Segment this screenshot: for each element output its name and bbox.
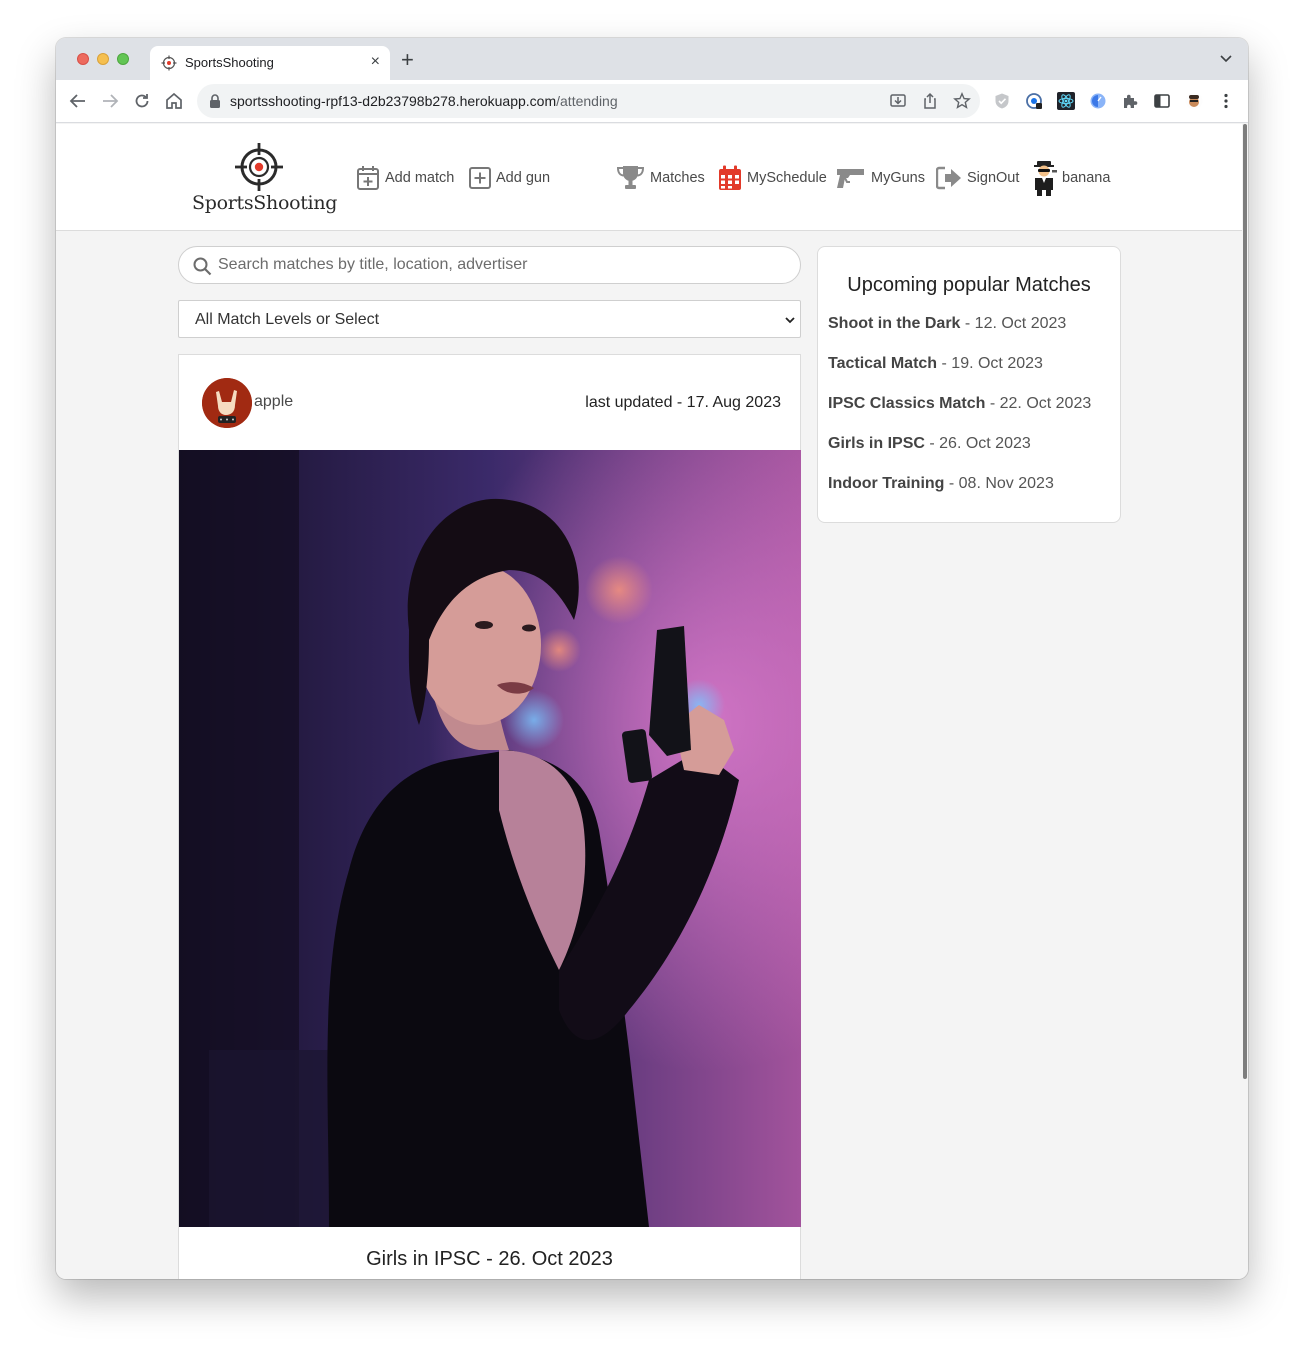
- match-title[interactable]: Girls in IPSC - 26. Oct 2023: [179, 1248, 800, 1271]
- match-date: - 26. Oct 2023: [924, 435, 1031, 452]
- brand-name: SportsShooting: [192, 192, 338, 214]
- search-icon: [193, 257, 212, 276]
- browser-toolbar: sportsshooting-rpf13-d2b23798b278.heroku…: [56, 80, 1248, 123]
- browser-window: SportsShooting × + sportsshooting-rpf13-…: [56, 38, 1248, 1279]
- password-extension-icon[interactable]: [1025, 92, 1043, 110]
- match-name: Tactical Match: [828, 355, 938, 372]
- search-bar: [178, 246, 801, 284]
- nav-username: banana: [1062, 170, 1111, 186]
- maximize-window-button[interactable]: [117, 53, 129, 65]
- react-devtools-icon[interactable]: [1057, 92, 1075, 110]
- search-input[interactable]: [218, 247, 788, 283]
- target-favicon-icon: [161, 55, 177, 71]
- install-app-icon[interactable]: [889, 92, 907, 110]
- match-name: Shoot in the Dark: [828, 315, 961, 332]
- browser-tab[interactable]: SportsShooting ×: [150, 46, 390, 80]
- nav-matches[interactable]: Matches: [616, 164, 705, 192]
- kebab-menu-icon[interactable]: [1217, 92, 1235, 110]
- user-avatar-icon: [1034, 161, 1057, 196]
- match-name: Girls in IPSC: [828, 435, 925, 452]
- sign-out-icon: [936, 166, 961, 190]
- match-level-selected: All Match Levels or Select: [195, 311, 380, 328]
- tab-strip: SportsShooting × +: [56, 38, 1248, 80]
- shield-extension-icon[interactable]: [993, 92, 1011, 110]
- new-tab-button[interactable]: +: [401, 48, 414, 72]
- nav-myguns-label: MyGuns: [871, 170, 925, 186]
- match-card[interactable]: apple last updated - 17. Aug 2023 Girls …: [178, 354, 801, 1279]
- calendar-plus-icon: [357, 166, 379, 190]
- popular-matches-title: Upcoming popular Matches: [847, 274, 1091, 296]
- bookmark-star-icon[interactable]: [953, 92, 971, 110]
- site-navbar: SportsShooting Add match Add gun Matches…: [56, 124, 1242, 231]
- page-viewport: SportsShooting Add match Add gun Matches…: [56, 124, 1242, 1279]
- nav-myguns[interactable]: MyGuns: [836, 164, 925, 192]
- match-photo[interactable]: [179, 450, 801, 1227]
- nav-myschedule[interactable]: MySchedule: [718, 164, 827, 192]
- home-icon[interactable]: [164, 91, 184, 111]
- nav-add-match[interactable]: Add match: [356, 164, 454, 192]
- nav-signout-label: SignOut: [967, 170, 1020, 186]
- puzzle-extensions-icon[interactable]: [1121, 92, 1139, 110]
- url-text: sportsshooting-rpf13-d2b23798b278.heroku…: [230, 93, 618, 109]
- list-item[interactable]: Indoor Training - 08. Nov 2023: [828, 475, 1091, 515]
- popular-matches-list: Shoot in the Dark - 12. Oct 2023 Tactica…: [828, 315, 1091, 515]
- crosshair-logo-icon: [235, 143, 283, 191]
- popular-matches-panel: Upcoming popular Matches Shoot in the Da…: [817, 246, 1121, 523]
- last-updated: last updated - 17. Aug 2023: [585, 394, 781, 411]
- speed-extension-icon[interactable]: [1089, 92, 1107, 110]
- profile-avatar-icon[interactable]: [1185, 92, 1203, 110]
- address-bar[interactable]: sportsshooting-rpf13-d2b23798b278.heroku…: [197, 84, 980, 118]
- forward-arrow-icon[interactable]: [100, 91, 120, 111]
- trophy-icon: [616, 166, 645, 189]
- chevron-down-icon[interactable]: [1218, 50, 1234, 66]
- rock-hand-icon: [202, 378, 252, 428]
- match-date: - 12. Oct 2023: [960, 315, 1067, 332]
- side-panel-icon[interactable]: [1153, 92, 1171, 110]
- nav-add-gun-label: Add gun: [496, 170, 551, 186]
- nav-signout[interactable]: SignOut: [936, 164, 1019, 192]
- list-item[interactable]: Tactical Match - 19. Oct 2023: [828, 355, 1091, 395]
- calendar-icon: [719, 165, 741, 190]
- share-icon[interactable]: [921, 92, 939, 110]
- nav-add-gun[interactable]: Add gun: [469, 164, 550, 192]
- list-item[interactable]: Shoot in the Dark - 12. Oct 2023: [828, 315, 1091, 355]
- chevron-down-icon: [785, 317, 795, 324]
- url-path: /attending: [556, 93, 618, 109]
- back-arrow-icon[interactable]: [68, 91, 88, 111]
- nav-matches-label: Matches: [650, 170, 705, 186]
- match-name: IPSC Classics Match: [828, 395, 986, 412]
- match-date: - 08. Nov 2023: [944, 475, 1054, 492]
- lock-icon: [210, 94, 220, 108]
- author-name[interactable]: apple: [254, 393, 293, 411]
- tab-title: SportsShooting: [185, 55, 274, 70]
- author-avatar: [202, 378, 252, 428]
- nav-myschedule-label: MySchedule: [747, 170, 827, 186]
- match-image: [179, 450, 801, 1227]
- scrollbar-thumb[interactable]: [1243, 124, 1247, 1079]
- match-date: - 19. Oct 2023: [937, 355, 1043, 372]
- list-item[interactable]: Girls in IPSC - 26. Oct 2023: [828, 435, 1091, 475]
- close-window-button[interactable]: [77, 53, 89, 65]
- list-item[interactable]: IPSC Classics Match - 22. Oct 2023: [828, 395, 1091, 435]
- page-scrollbar[interactable]: [1242, 124, 1248, 1279]
- match-level-select[interactable]: All Match Levels or Select: [178, 300, 801, 338]
- brand-link[interactable]: SportsShooting: [192, 142, 338, 216]
- nav-add-match-label: Add match: [385, 170, 455, 186]
- nav-user-profile[interactable]: banana: [1030, 161, 1111, 196]
- plus-square-icon: [469, 167, 491, 189]
- url-domain: sportsshooting-rpf13-d2b23798b278.heroku…: [230, 93, 557, 109]
- pistol-icon: [837, 169, 864, 188]
- match-date: - 22. Oct 2023: [985, 395, 1092, 412]
- reload-icon[interactable]: [132, 91, 152, 111]
- tab-close-icon[interactable]: ×: [371, 52, 380, 72]
- match-name: Indoor Training: [828, 475, 945, 492]
- minimize-window-button[interactable]: [97, 53, 109, 65]
